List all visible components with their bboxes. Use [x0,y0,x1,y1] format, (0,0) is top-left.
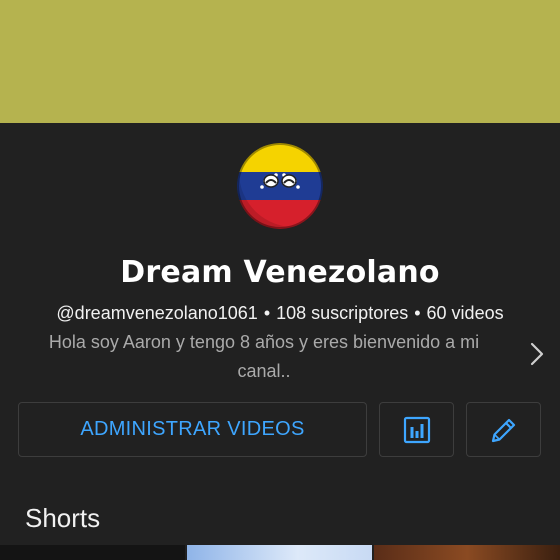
short-thumbnail[interactable] [0,545,185,560]
channel-page: Dream Venezolano @dreamvenezolano1061 • 10… [0,0,560,560]
analytics-icon [403,416,430,443]
chevron-right-icon [530,342,544,366]
manage-videos-button[interactable]: ADMINISTRAR VIDEOS [18,402,367,457]
channel-meta: @dreamvenezolano1061 • 108 suscriptores • 60… [0,300,560,326]
venezuela-ball-icon [237,143,323,229]
channel-description-row[interactable]: Hola soy Aaron y tengo 8 años y eres bie… [22,328,560,388]
channel-name: Dream Venezolano [120,255,440,290]
manage-videos-label: ADMINISTRAR VIDEOS [80,418,305,440]
pencil-icon [491,418,515,442]
channel-banner [0,0,560,123]
shorts-section-title: Shorts [25,503,101,533]
meta-separator: • [414,303,421,323]
short-thumbnail[interactable] [187,545,372,560]
short-thumbnail[interactable] [374,545,560,560]
meta-separator: • [263,303,271,323]
subscriber-count: 108 suscriptores [276,303,409,323]
video-count: 60 videos [426,303,504,323]
analytics-button[interactable] [379,402,454,457]
channel-avatar[interactable] [237,143,323,229]
channel-description: Hola soy Aaron y tengo 8 años y eres bie… [48,332,480,381]
edit-channel-button[interactable] [466,402,541,457]
channel-handle: @dreamvenezolano1061 [56,303,258,323]
